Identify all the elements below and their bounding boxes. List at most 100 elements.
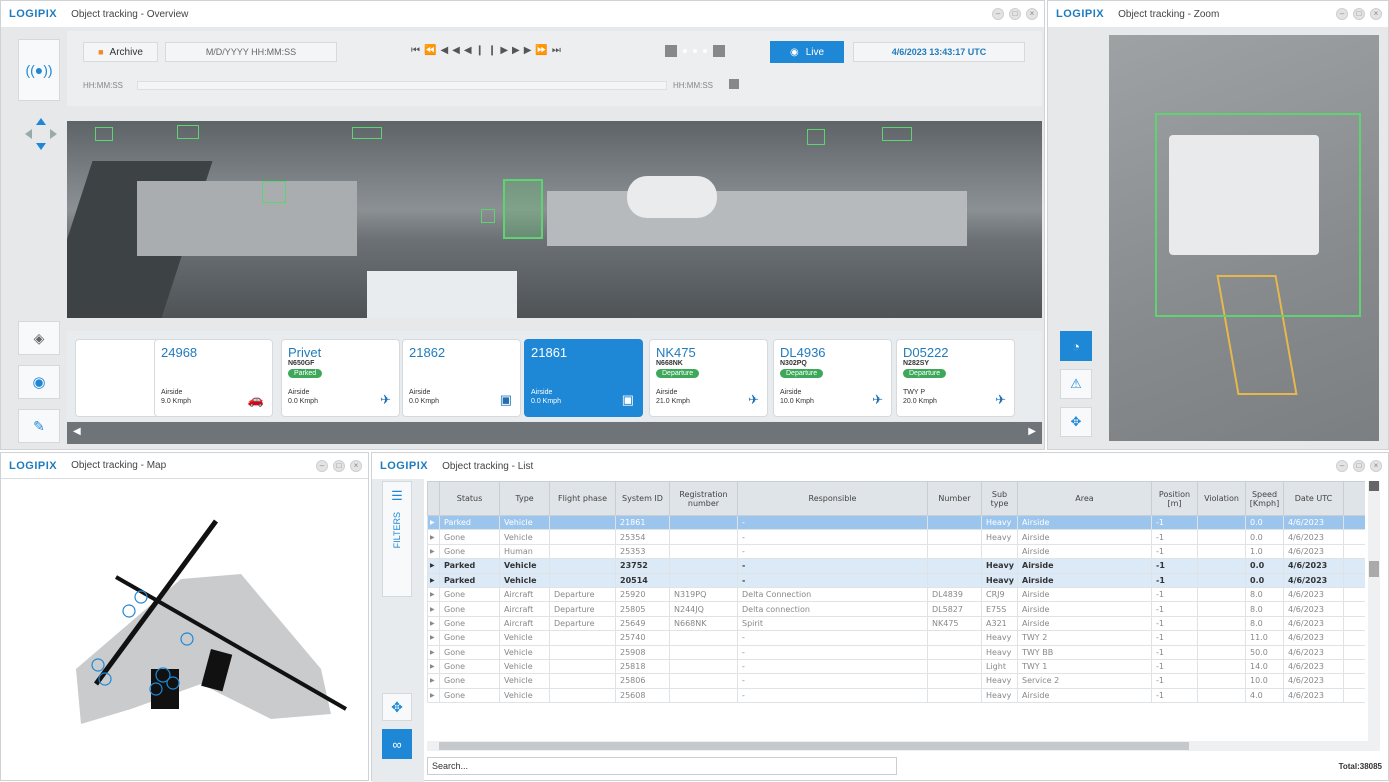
tracking-box[interactable]: [352, 127, 382, 139]
table-row[interactable]: ▶ Gone Human 25353 - Airside -1 1.0 4/6/2023: [427, 543, 1365, 560]
expand-row-icon[interactable]: ▶: [427, 658, 440, 675]
datetime-input[interactable]: M/D/YYYY HH:MM:SS: [165, 42, 337, 62]
maximize-icon[interactable]: □: [1353, 8, 1365, 20]
minimize-icon[interactable]: –: [1336, 8, 1348, 20]
tracking-box[interactable]: [262, 181, 286, 203]
tracking-box[interactable]: [1155, 113, 1361, 317]
column-header[interactable]: Speed [Kmph]: [1245, 481, 1284, 516]
close-icon[interactable]: ×: [1026, 8, 1038, 20]
column-header[interactable]: Area: [1017, 481, 1152, 516]
expand-row-icon[interactable]: ▶: [427, 572, 440, 588]
next-icon[interactable]: ⏩: [535, 45, 551, 56]
table-row[interactable]: ▶ Gone Vehicle 25806 - Heavy Service 2 -1 10.0 4/…: [427, 673, 1365, 689]
table-row[interactable]: ▶ Parked Vehicle 21861 - Heavy Airside -1 0.0 4/6…: [427, 514, 1365, 531]
scroll-right-icon[interactable]: ▶: [1028, 426, 1036, 437]
expand-row-icon[interactable]: ▶: [427, 601, 440, 617]
table-row[interactable]: ▶ Gone Vehicle 25740 - Heavy TWY 2 -1 11.0 4/6/20…: [427, 630, 1365, 646]
scroll-left-icon[interactable]: ◀: [73, 426, 81, 437]
maximize-icon[interactable]: □: [333, 460, 345, 472]
column-header[interactable]: Registration number: [669, 481, 738, 516]
column-header[interactable]: System ID: [615, 481, 670, 516]
table-row[interactable]: ▶ Gone Vehicle 25608 - Heavy Airside -1 4.0 4/6/2…: [427, 687, 1365, 704]
expand-row-icon[interactable]: ▶: [427, 687, 440, 704]
minimize-icon[interactable]: –: [1336, 460, 1348, 472]
tracking-box[interactable]: [807, 129, 825, 145]
tracking-box[interactable]: [481, 209, 495, 223]
zoom-warning-button[interactable]: ⚠: [1060, 369, 1092, 399]
close-icon[interactable]: ×: [1370, 460, 1382, 472]
first-frame-icon[interactable]: ⏮: [411, 45, 424, 56]
expand-row-icon[interactable]: ▶: [427, 514, 440, 531]
close-icon[interactable]: ×: [1370, 8, 1382, 20]
object-card[interactable]: Privet N650GF Parked Airside 0.0 Kmph ✈: [281, 339, 400, 417]
live-button[interactable]: ◉ Live: [770, 41, 844, 63]
column-header[interactable]: Status: [439, 481, 500, 516]
column-header[interactable]: Position [m]: [1151, 481, 1198, 516]
panorama-video[interactable]: [67, 121, 1042, 318]
airport-map[interactable]: [1, 479, 370, 779]
cards-scrollbar[interactable]: ◀ ▶: [67, 422, 1042, 444]
pan-control[interactable]: [23, 116, 59, 152]
object-card[interactable]: 21861 Airside 0.0 Kmph ▣: [524, 339, 643, 417]
expand-row-icon[interactable]: ▶: [427, 586, 440, 603]
close-icon[interactable]: ×: [350, 460, 362, 472]
object-card[interactable]: DL4936 N302PQ Departure Airside 10.0 Kmph ✈: [773, 339, 892, 417]
table-row[interactable]: ▶ Gone Vehicle 25818 - Light TWY 1 -1 14.0 4/6/20…: [427, 658, 1365, 675]
list-link-button[interactable]: ∞: [382, 729, 412, 759]
step-back-icon[interactable]: ◀: [464, 45, 476, 56]
column-header[interactable]: Number: [927, 481, 982, 516]
column-header[interactable]: Sub type: [981, 481, 1018, 516]
target-button[interactable]: ◉: [18, 365, 60, 399]
table-row[interactable]: ▶ Parked Vehicle 23752 - Heavy Airside -1 0.0 4/6…: [427, 558, 1365, 574]
object-card[interactable]: D05222 N282SY Departure TWY P 20.0 Kmph ✈: [896, 339, 1015, 417]
play-icon[interactable]: ▶: [500, 45, 512, 56]
table-row[interactable]: ▶ Gone Vehicle 25908 - Heavy TWY BB -1 50.0 4/6/2…: [427, 644, 1365, 660]
table-row[interactable]: ▶ Gone Aircraft Departure 25920 N319PQ Delta C…: [427, 586, 1365, 603]
column-header[interactable]: Type: [499, 481, 550, 516]
filters-button[interactable]: ☰ FILTERS: [382, 481, 412, 597]
timeline-apply-icon[interactable]: [729, 79, 739, 89]
archive-button[interactable]: ■ Archive: [83, 42, 158, 62]
edit-button[interactable]: ✎: [18, 409, 60, 443]
expand-row-icon[interactable]: ▶: [427, 543, 440, 560]
table-row[interactable]: ▶ Gone Vehicle 25354 - Heavy Airside -1 0.0 4/6/2…: [427, 529, 1365, 545]
table-row[interactable]: ▶ Parked Vehicle 20514 - Heavy Airside -1 0.0 4/6…: [427, 572, 1365, 588]
search-input[interactable]: Search...: [427, 757, 897, 775]
table-row[interactable]: ▶ Gone Aircraft Departure 25649 N668NK Spirit N…: [427, 615, 1365, 632]
column-header[interactable]: Date UTC: [1283, 481, 1344, 516]
tracking-box[interactable]: [95, 127, 113, 141]
pause-icon[interactable]: ❙❙: [476, 45, 501, 56]
zoom-select-button[interactable]: ◔: [1060, 331, 1092, 361]
layers-button[interactable]: ◈: [18, 321, 60, 355]
fast-forward-icon[interactable]: ▶▶: [512, 45, 535, 56]
expand-row-icon[interactable]: ▶: [427, 558, 440, 574]
expand-row-icon[interactable]: ▶: [427, 673, 440, 689]
minimize-icon[interactable]: –: [316, 460, 328, 472]
tracking-box[interactable]: [882, 127, 912, 141]
expand-row-icon[interactable]: ▶: [427, 615, 440, 632]
maximize-icon[interactable]: □: [1353, 460, 1365, 472]
zoom-video[interactable]: [1109, 35, 1379, 441]
table-row[interactable]: ▶ Gone Aircraft Departure 25805 N244JQ Delta c…: [427, 601, 1365, 617]
object-card[interactable]: NK475 N668NK Departure Airside 21.0 Kmph ✈: [649, 339, 768, 417]
expand-row-icon[interactable]: ▶: [427, 529, 440, 545]
minimize-icon[interactable]: –: [992, 8, 1004, 20]
maximize-icon[interactable]: □: [1009, 8, 1021, 20]
column-header[interactable]: Violation: [1197, 481, 1246, 516]
prev-icon[interactable]: ⏪: [424, 45, 440, 56]
list-center-button[interactable]: ✥: [382, 693, 412, 721]
zoom-center-button[interactable]: ✥: [1060, 407, 1092, 437]
expand-row-icon[interactable]: ▶: [427, 644, 440, 660]
object-card[interactable]: 24968 Airside 9.0 Kmph 🚗: [154, 339, 273, 417]
column-header[interactable]: Flight phase: [549, 481, 616, 516]
speed-slider[interactable]: [665, 44, 743, 58]
alarm-button[interactable]: ((●)): [18, 39, 60, 101]
table-hscrollbar[interactable]: [427, 741, 1380, 751]
column-header[interactable]: Responsible: [737, 481, 928, 516]
tracking-box[interactable]: [177, 125, 199, 139]
object-card[interactable]: 21862 Airside 0.0 Kmph ▣: [402, 339, 521, 417]
table-vscrollbar[interactable]: [1368, 481, 1380, 751]
tracking-box[interactable]: [503, 179, 543, 239]
last-frame-icon[interactable]: ⏭: [552, 45, 565, 56]
timeline-bar[interactable]: [137, 81, 667, 90]
